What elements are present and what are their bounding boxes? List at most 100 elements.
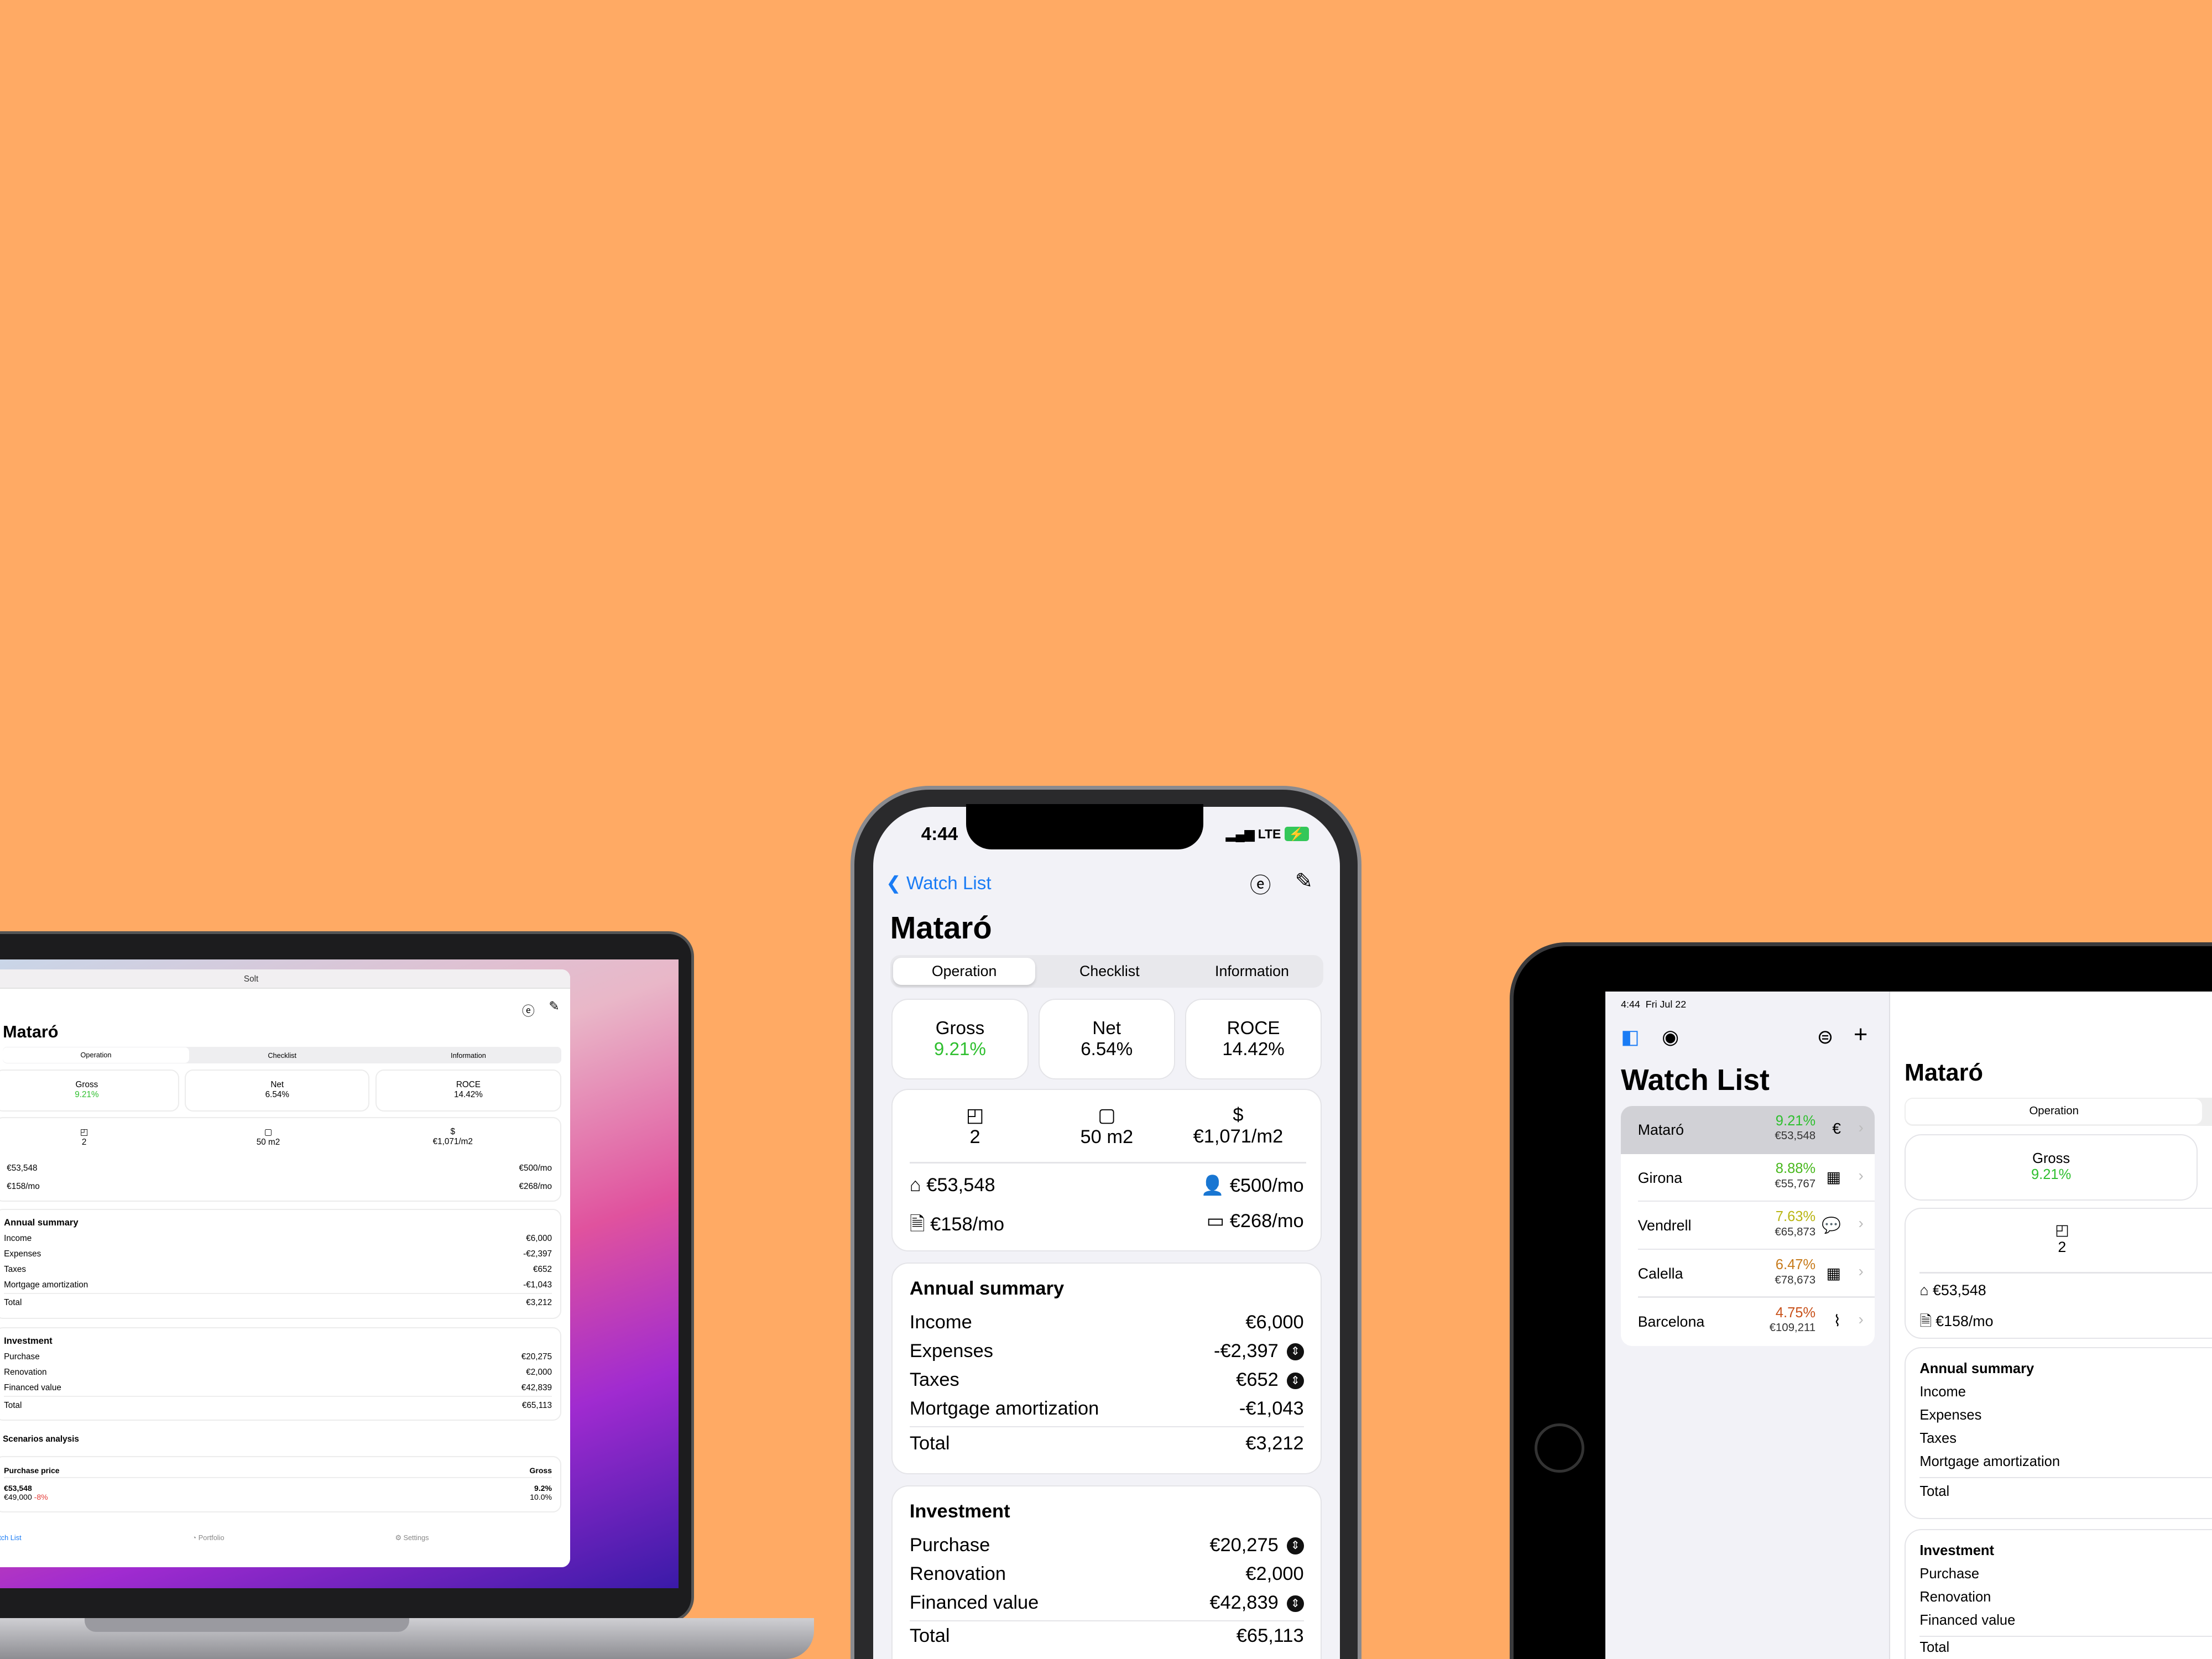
price-value: €53,548	[1932, 1282, 1986, 1299]
item-status-icon: 💬	[1822, 1216, 1841, 1234]
row-value: -€1,043	[523, 1280, 552, 1290]
section-title: Annual summary	[4, 1217, 79, 1228]
row-value: €20,275	[521, 1352, 552, 1362]
item-price: €65,873	[1775, 1225, 1816, 1238]
details-toggle-icon[interactable]: ⇕	[1287, 1372, 1304, 1390]
section-title: Investment	[909, 1500, 1010, 1522]
scenario-gross: 9.2%	[534, 1484, 552, 1493]
receipt-icon: 🗎	[909, 1214, 925, 1235]
tab-operation[interactable]: Operation	[893, 958, 1036, 985]
price-value: €53,548	[926, 1175, 995, 1196]
tab-checklist[interactable]: Checklist	[1039, 963, 1181, 980]
section-title: Annual summary	[909, 1277, 1065, 1299]
metric-value: 14.42%	[1222, 1039, 1285, 1060]
row-label: Taxes	[909, 1369, 959, 1391]
total-value: €65,113	[521, 1401, 552, 1411]
area-icon: ▢	[1098, 1104, 1116, 1126]
price-per-m2-icon: $	[1233, 1104, 1244, 1125]
area-value: 50 m2	[256, 1137, 280, 1147]
edit-icon[interactable]: ✎	[549, 999, 559, 1014]
row-label: Purchase	[4, 1352, 40, 1362]
marketing-composite: Solt ⓔ ✎ Mataró Operation Checklist Info…	[0, 0, 2212, 1659]
back-button[interactable]: ❮ Watch List	[886, 872, 992, 894]
item-yield: 9.21%	[1775, 1113, 1816, 1129]
scenario-gross: 10.0%	[530, 1493, 552, 1502]
total-value: €65,113	[1236, 1625, 1304, 1647]
section-title: Annual summary	[1919, 1361, 2034, 1377]
page-title: Mataró	[3, 1022, 59, 1042]
row-value: -€2,397	[523, 1249, 552, 1259]
watch-list-item[interactable]: Girona 8.88% €55,767 ▦ ›	[1621, 1154, 1875, 1202]
sidebar-toggle-icon[interactable]: ◧	[1621, 1026, 1640, 1048]
item-name: Calella	[1637, 1265, 1683, 1282]
tab-information[interactable]: Information	[375, 1051, 562, 1060]
scenario-price: €53,548	[4, 1484, 32, 1493]
currency-icon[interactable]: ⓔ	[522, 1000, 535, 1019]
tab-operation[interactable]: Operation	[1906, 1099, 2203, 1125]
total-label: Total	[4, 1297, 22, 1307]
tablet-home-button	[1535, 1423, 1584, 1473]
row-label: Expenses	[4, 1249, 41, 1259]
item-price: €78,673	[1775, 1274, 1816, 1286]
filter-icon[interactable]: ⊜	[1817, 1026, 1834, 1048]
chevron-right-icon: ›	[1858, 1118, 1864, 1136]
watch-list-item[interactable]: Vendrell 7.63% €65,873 💬 ›	[1621, 1202, 1875, 1250]
metric-value: 14.42%	[453, 1090, 483, 1100]
window-title: Solt	[0, 969, 570, 989]
watch-list-item[interactable]: Barcelona 4.75% €109,211 ⌇ ›	[1621, 1297, 1875, 1346]
chevron-right-icon: ›	[1858, 1166, 1864, 1184]
row-label: Income	[4, 1234, 32, 1244]
item-name: Vendrell	[1637, 1217, 1692, 1234]
rooms-value: 2	[2058, 1238, 2067, 1255]
tab-portfolio[interactable]: ◔ Portfolio	[192, 1533, 225, 1542]
watch-list-item[interactable]: Calella 6.47% €78,673 ▦ ›	[1621, 1250, 1875, 1298]
row-label: Mortgage amortization	[4, 1280, 88, 1290]
fee-value: €158/mo	[7, 1182, 40, 1192]
fee-value: €158/mo	[1936, 1313, 1994, 1330]
status-indicators: ▂▄▆ LTE ⚡	[1226, 826, 1309, 842]
total-label: Total	[909, 1625, 950, 1647]
item-name: Barcelona	[1637, 1313, 1705, 1330]
house-icon: ⌂	[909, 1175, 921, 1196]
battery-icon: ⚡	[1284, 826, 1309, 841]
currency-icon[interactable]: ⓔ	[1250, 869, 1271, 899]
tablet-screen: 4:44 Fri Jul 22 ◧ ◉ ⊜ + Watch List Matar…	[1605, 992, 2212, 1659]
add-icon[interactable]: +	[1854, 1021, 1867, 1048]
total-label: Total	[909, 1433, 950, 1454]
item-price: €53,548	[1775, 1130, 1816, 1142]
tab-operation[interactable]: Operation	[3, 1047, 189, 1063]
tab-information[interactable]: Information	[1181, 963, 1323, 980]
details-toggle-icon[interactable]: ⇕	[1287, 1537, 1304, 1554]
details-toggle-icon[interactable]: ⇕	[1287, 1343, 1304, 1361]
item-price: €109,211	[1769, 1322, 1816, 1334]
rent-value: €500/mo	[519, 1164, 552, 1173]
watch-list-item[interactable]: Mataró 9.21% €53,548 € ›	[1621, 1105, 1875, 1154]
item-yield: 4.75%	[1775, 1305, 1816, 1321]
section-title: Scenarios analysis	[3, 1434, 79, 1444]
row-value: €42,839	[1209, 1592, 1279, 1614]
details-toggle-icon[interactable]: ⇕	[1287, 1595, 1304, 1613]
item-status-icon: €	[1832, 1120, 1841, 1138]
tab-watch-list[interactable]: Watch List	[0, 1533, 22, 1542]
row-value: €6,000	[526, 1234, 552, 1244]
item-yield: 7.63%	[1775, 1209, 1816, 1225]
back-label: Watch List	[906, 873, 992, 894]
column-header: Gross	[529, 1466, 552, 1475]
metric-label: ROCE	[1227, 1018, 1280, 1039]
tab-checklist[interactable]: Checklist	[189, 1051, 375, 1060]
area-value: 50 m2	[1080, 1126, 1134, 1147]
rooms-value: 2	[81, 1137, 87, 1147]
tab-settings[interactable]: ⚙ Settings	[395, 1533, 429, 1542]
column-header: Purchase price	[4, 1466, 60, 1475]
chevron-right-icon: ›	[1858, 1262, 1864, 1280]
chevron-right-icon: ›	[1858, 1214, 1864, 1232]
metric-label: Net	[270, 1080, 284, 1090]
row-value: -€1,043	[1239, 1398, 1304, 1420]
metric-value: 9.21%	[75, 1090, 99, 1100]
total-label: Total	[1919, 1636, 2212, 1656]
fee-value: €158/mo	[930, 1214, 1005, 1235]
item-status-icon: ▦	[1826, 1168, 1841, 1186]
profile-icon[interactable]: ◉	[1662, 1026, 1679, 1048]
edit-icon[interactable]: ✎	[1295, 869, 1313, 894]
tab-label: Portfolio	[198, 1533, 225, 1542]
